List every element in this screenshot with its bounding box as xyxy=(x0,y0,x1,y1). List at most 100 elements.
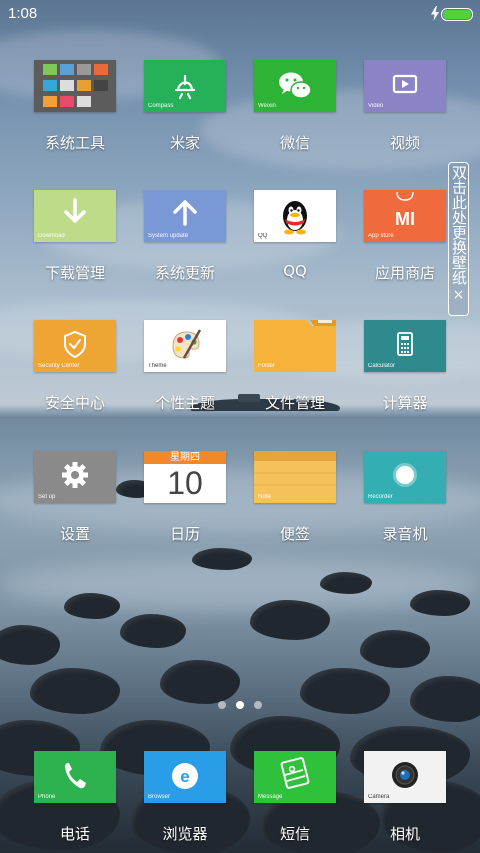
app-label: 录音机 xyxy=(382,525,428,543)
tile-caption: QQ xyxy=(258,233,268,239)
dock-app-phone[interactable]: Phone 电话 xyxy=(25,751,125,843)
app-label: 便签 xyxy=(279,525,310,543)
page-indicator xyxy=(213,701,268,711)
svg-text:e: e xyxy=(180,767,189,786)
app-system-update[interactable]: System update 系统更新 xyxy=(135,190,235,282)
app-label: 电话 xyxy=(59,825,90,843)
battery-level-fill xyxy=(443,10,471,19)
app-calendar[interactable]: 星期四 10 日历 xyxy=(135,451,235,543)
app-tile: Folder xyxy=(254,320,336,372)
app-tile: Set up xyxy=(34,451,116,503)
app-theme[interactable]: Theme 个性主题 xyxy=(135,320,235,412)
app-label: 应用商店 xyxy=(374,264,435,282)
rock xyxy=(320,572,372,594)
folder-grid-icon xyxy=(43,64,108,107)
rock xyxy=(0,625,60,665)
app-label: 视频 xyxy=(389,134,420,152)
app-tile: MI App store xyxy=(364,190,446,242)
rock xyxy=(160,660,240,704)
tile-caption: Browser xyxy=(148,794,171,800)
app-label: 系统工具 xyxy=(44,134,105,152)
status-clock: 1:08 xyxy=(8,5,38,22)
app-tile: Note xyxy=(254,451,336,503)
app-tile: e Browser xyxy=(144,751,226,803)
app-qq[interactable]: QQ QQ xyxy=(245,190,345,280)
rock xyxy=(360,630,430,668)
app-tile: Recorder xyxy=(364,451,446,503)
page-dot[interactable] xyxy=(218,701,226,709)
tile-caption: Phone xyxy=(38,794,56,800)
page-dot[interactable] xyxy=(236,701,244,709)
rock xyxy=(192,548,252,570)
close-icon[interactable]: × xyxy=(453,287,465,303)
app-settings[interactable]: Set up 设置 xyxy=(25,451,125,543)
rock xyxy=(300,668,390,714)
calendar-day: 10 xyxy=(167,465,203,501)
app-video[interactable]: Video 视频 xyxy=(355,60,455,152)
app-tile: System update xyxy=(144,190,226,242)
app-label: 日历 xyxy=(169,525,200,543)
app-tile: Phone xyxy=(34,751,116,803)
app-label: 下载管理 xyxy=(44,264,105,282)
rock xyxy=(64,593,120,619)
status-bar: 1:08 xyxy=(0,0,480,28)
tile-caption: Weixin xyxy=(258,103,276,109)
dock-app-camera[interactable]: Camera 相机 xyxy=(355,751,455,843)
app-label: QQ xyxy=(283,262,307,280)
dock-app-browser[interactable]: e Browser 浏览器 xyxy=(135,751,235,843)
app-recorder[interactable]: Recorder 录音机 xyxy=(355,451,455,543)
tile-caption: Video xyxy=(368,103,384,109)
app-mijia[interactable]: Compass 米家 xyxy=(135,60,235,152)
app-tile: Download xyxy=(34,190,116,242)
rock xyxy=(30,668,120,714)
app-calculator[interactable]: Calculator 计算器 xyxy=(355,320,455,412)
tile-caption: Download xyxy=(38,233,65,239)
app-tile: Message xyxy=(254,751,336,803)
app-label: 微信 xyxy=(279,134,310,152)
app-tile: Theme xyxy=(144,320,226,372)
app-security-center[interactable]: Security Center 安全中心 xyxy=(25,320,125,412)
app-tile: QQ xyxy=(254,190,336,242)
app-file-manager[interactable]: Folder 文件管理 xyxy=(245,320,345,412)
app-label: 个性主题 xyxy=(154,394,215,412)
tile-caption: System update xyxy=(148,233,189,239)
tile-caption: Recorder xyxy=(368,494,393,500)
tile-caption: Set up xyxy=(38,494,56,500)
app-tile: Video xyxy=(364,60,446,112)
app-tile: Security Center xyxy=(34,320,116,372)
app-label: 米家 xyxy=(169,134,200,152)
calendar-icon: 星期四 10 xyxy=(144,451,226,503)
rock xyxy=(410,590,470,616)
app-label: 安全中心 xyxy=(44,394,105,412)
rock xyxy=(120,614,186,648)
tile-caption: Compass xyxy=(148,103,174,109)
app-label: 计算器 xyxy=(382,394,428,412)
tile-caption: Calculator xyxy=(368,363,396,369)
svg-text:MI: MI xyxy=(395,209,415,229)
tile-caption: Theme xyxy=(148,363,167,369)
page-dot[interactable] xyxy=(254,701,262,709)
dock-app-messages[interactable]: Message 短信 xyxy=(245,751,345,843)
battery-icon xyxy=(441,8,473,21)
app-tile: 星期四 10 xyxy=(144,451,226,503)
app-label: 浏览器 xyxy=(162,825,208,843)
app-wechat[interactable]: Weixin 微信 xyxy=(245,60,345,152)
app-system-tools[interactable]: 系统工具 xyxy=(25,60,125,152)
tile-caption: Security Center xyxy=(38,363,80,369)
app-tile: Compass xyxy=(144,60,226,112)
app-tile xyxy=(34,60,116,112)
calendar-weekday: 星期四 xyxy=(144,451,226,464)
app-label: 设置 xyxy=(59,525,90,543)
tile-caption: Note xyxy=(258,494,271,500)
app-label: 短信 xyxy=(279,825,310,843)
charging-bolt-icon xyxy=(431,6,439,21)
app-tile: Camera xyxy=(364,751,446,803)
app-label: 相机 xyxy=(389,825,420,843)
rock xyxy=(250,600,330,640)
app-tile: Calculator xyxy=(364,320,446,372)
app-tile: Weixin xyxy=(254,60,336,112)
app-notes[interactable]: Note 便签 xyxy=(245,451,345,543)
app-download-manager[interactable]: Download 下载管理 xyxy=(25,190,125,282)
app-app-store[interactable]: MI App store 应用商店 xyxy=(355,190,455,282)
tile-caption: Folder xyxy=(258,363,276,369)
